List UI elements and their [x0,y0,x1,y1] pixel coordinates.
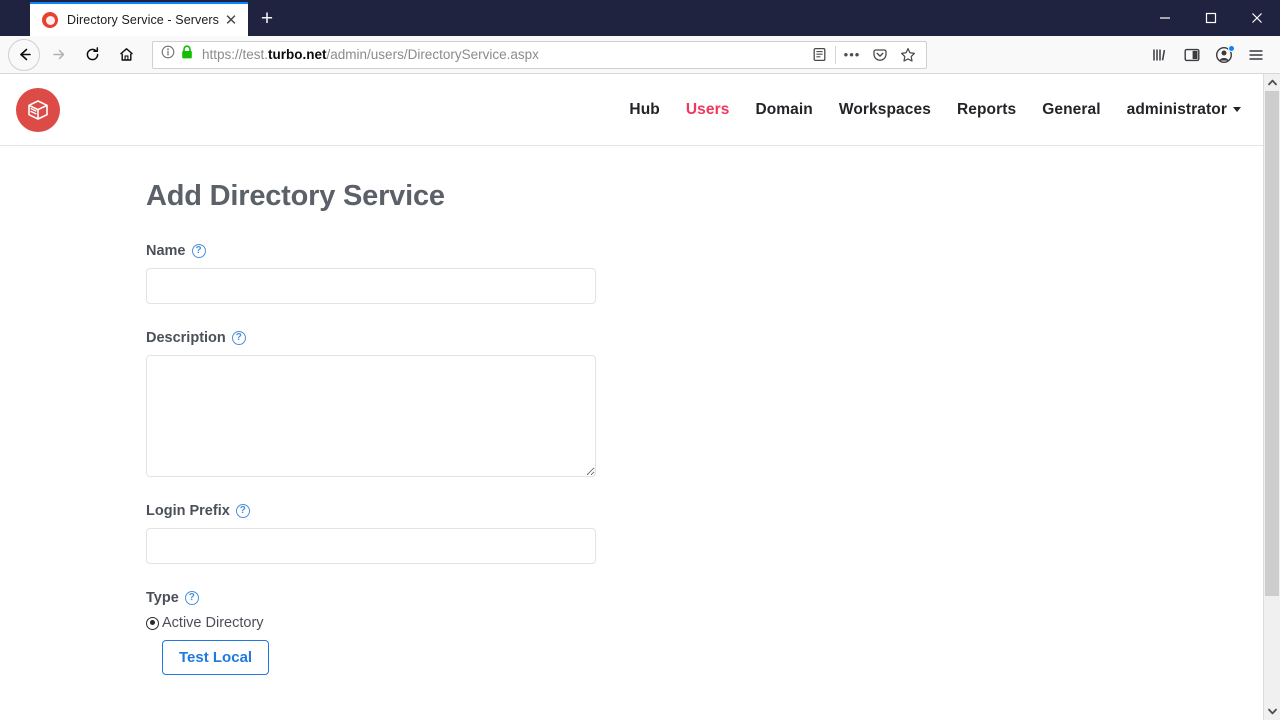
padlock-secure-icon[interactable] [181,44,193,65]
toolbar-right [1144,39,1272,71]
turbo-logo-icon [42,12,58,28]
help-icon[interactable]: ? [235,504,250,518]
name-input[interactable] [146,268,596,304]
main-navigation: Hub Users Domain Workspaces Reports Gene… [616,101,1241,119]
field-type: Type ? Active Directory Test Local [146,590,1263,675]
label-login-prefix: Login Prefix ? [146,503,1263,519]
login-prefix-input[interactable] [146,528,596,564]
page-scrollbar[interactable] [1263,74,1280,720]
address-bar-actions: ••• [805,42,922,68]
label-type-text: Type [146,590,179,606]
account-notification-dot [1228,44,1235,52]
sidebar-icon[interactable] [1176,39,1208,71]
home-icon[interactable] [110,39,142,71]
browser-toolbar: https://test.turbo.net/admin/users/Direc… [0,36,1280,74]
test-local-button[interactable]: Test Local [162,640,270,675]
field-login-prefix: Login Prefix ? [146,503,1263,564]
nav-item-domain[interactable]: Domain [742,101,825,119]
divider [835,45,836,64]
help-icon[interactable]: ? [184,591,199,605]
new-tab-button[interactable]: + [250,2,284,36]
site-header: Hub Users Domain Workspaces Reports Gene… [0,74,1263,146]
star-bookmark-icon[interactable] [894,42,922,68]
account-menu-label: administrator [1126,100,1227,118]
chevron-down-icon[interactable] [1264,703,1280,720]
label-name-text: Name [146,243,186,259]
address-bar[interactable]: https://test.turbo.net/admin/users/Direc… [152,40,927,69]
description-textarea[interactable] [146,355,596,477]
field-description: Description ? [146,330,1263,477]
label-description-text: Description [146,330,226,346]
tab-title: Directory Service - Servers [67,13,220,27]
minimize-icon[interactable] [1142,0,1188,36]
page-viewport: Hub Users Domain Workspaces Reports Gene… [0,74,1280,720]
reload-icon[interactable] [76,39,108,71]
label-name: Name ? [146,243,1263,259]
forward-arrow-icon[interactable] [42,39,74,71]
nav-item-reports[interactable]: Reports [944,101,1029,119]
chevron-up-icon[interactable] [1264,74,1280,91]
radio-active-directory[interactable]: Active Directory [146,615,1263,631]
maximize-icon[interactable] [1188,0,1234,36]
field-name: Name ? [146,243,1263,304]
chevron-down-icon [1233,106,1241,112]
page-title: Add Directory Service [146,180,445,212]
window-controls [1142,0,1280,36]
browser-window: Directory Service - Servers ✕ + https://… [0,0,1280,720]
web-page: Hub Users Domain Workspaces Reports Gene… [0,74,1263,720]
close-icon[interactable] [1234,0,1280,36]
title-bar: Directory Service - Servers ✕ + [0,0,1280,36]
nav-item-workspaces[interactable]: Workspaces [826,101,944,119]
close-icon[interactable]: ✕ [222,11,240,29]
account-avatar-icon[interactable] [1208,39,1240,71]
scrollbar-track[interactable] [1264,91,1280,703]
help-icon[interactable]: ? [191,244,206,258]
turbo-cube-logo[interactable] [16,87,60,132]
radio-button-icon[interactable] [146,616,159,630]
nav-item-general[interactable]: General [1029,101,1113,119]
pocket-icon[interactable] [866,42,894,68]
nav-item-hub[interactable]: Hub [616,101,672,119]
hamburger-menu-icon[interactable] [1240,39,1272,71]
nav-item-users[interactable]: Users [673,101,743,119]
library-icon[interactable] [1144,39,1176,71]
identity-box[interactable] [161,44,193,65]
reader-view-icon[interactable] [805,42,833,68]
page-info-icon[interactable] [161,45,175,64]
label-description: Description ? [146,330,1263,346]
back-arrow-icon[interactable] [8,38,40,71]
url-text[interactable]: https://test.turbo.net/admin/users/Direc… [202,47,805,62]
tab-strip: Directory Service - Servers ✕ + [0,0,284,36]
scrollbar-thumb[interactable] [1265,91,1279,596]
label-type: Type ? [146,590,1263,606]
help-icon[interactable]: ? [231,331,246,345]
form-content: Add Directory Service Name ? Description… [0,146,1263,675]
label-login-prefix-text: Login Prefix [146,503,230,519]
account-menu[interactable]: administrator [1114,101,1241,119]
radio-label-active-directory: Active Directory [162,615,264,631]
browser-tab[interactable]: Directory Service - Servers ✕ [30,2,248,36]
page-actions-icon[interactable]: ••• [838,42,866,68]
